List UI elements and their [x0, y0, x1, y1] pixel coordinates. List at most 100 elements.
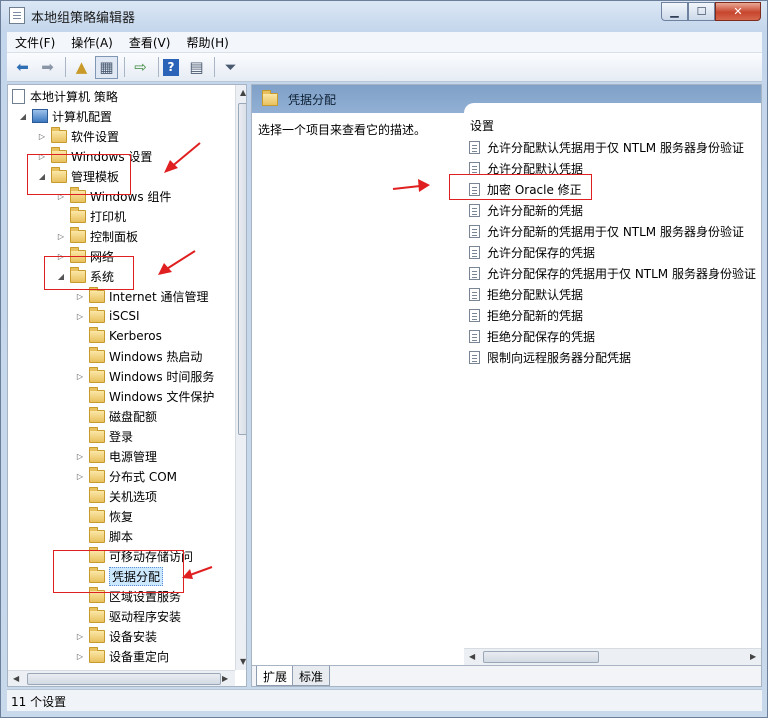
menu-help[interactable]: 帮助(H) — [178, 34, 236, 51]
expand-triangle-icon[interactable]: ▷ — [75, 312, 85, 321]
tree-item-system-child[interactable]: ▷ Windows 时间服务 — [75, 366, 214, 386]
help-icon[interactable]: ? — [163, 58, 179, 76]
list-item[interactable]: 允许分配新的凭据用于仅 NTLM 服务器身份验证 — [469, 221, 744, 241]
tree-item-system-child[interactable]: 磁盘配额 — [75, 406, 157, 426]
annotation-box — [44, 256, 134, 290]
list-item[interactable]: 允许分配新的凭据 — [469, 200, 583, 220]
folder-icon — [89, 606, 105, 623]
list-item[interactable]: 拒绝分配默认凭据 — [469, 284, 583, 304]
expand-triangle-icon[interactable]: ▷ — [56, 232, 66, 241]
tree-item-software-settings[interactable]: ▷ 软件设置 — [37, 126, 119, 146]
folder-icon — [89, 326, 105, 343]
tree-item-printers[interactable]: 打印机 — [56, 206, 126, 226]
tree-item-system-child[interactable]: Windows 文件保护 — [75, 386, 214, 406]
folder-icon — [89, 286, 105, 303]
annotation-box — [53, 550, 184, 593]
folder-icon — [89, 446, 105, 463]
properties-pane-icon[interactable]: ▤ — [185, 56, 208, 79]
folder-icon — [89, 346, 105, 363]
list-item[interactable]: 允许分配保存的凭据用于仅 NTLM 服务器身份验证 — [469, 263, 756, 283]
window-title: 本地组策略编辑器 — [31, 11, 136, 26]
expand-triangle-icon[interactable]: ▷ — [75, 452, 85, 461]
setting-icon — [469, 245, 480, 259]
tree-item-system-child[interactable]: ▷ 设备重定向 — [75, 646, 169, 666]
view-tabs: 扩展 标准 — [252, 665, 761, 686]
tree-hscroll-thumb[interactable] — [27, 673, 221, 685]
tree-item-system-child[interactable]: ▷ 设备安装 — [75, 626, 157, 646]
tree-item-system-child[interactable]: ▷ 电源管理 — [75, 446, 157, 466]
folder-icon — [89, 366, 105, 383]
tree-item-system-child[interactable]: 驱动程序安装 — [75, 606, 181, 626]
menu-action[interactable]: 操作(A) — [63, 34, 121, 51]
gpedit-app-icon — [9, 7, 25, 24]
menu-view[interactable]: 查看(V) — [121, 34, 179, 51]
setting-icon — [469, 266, 480, 280]
column-header-setting[interactable]: 设置 — [470, 117, 494, 134]
folder-icon — [89, 526, 105, 543]
tree-item-system-child[interactable]: 恢复 — [75, 506, 133, 526]
scroll-right-icon[interactable]: ▶ — [222, 674, 228, 683]
expand-triangle-icon[interactable]: ▷ — [75, 292, 85, 301]
menu-bar: 文件(F) 操作(A) 查看(V) 帮助(H) — [7, 32, 762, 53]
folder-icon — [89, 506, 105, 523]
export-list-icon[interactable]: ⇨ — [129, 56, 152, 79]
tree-vertical-scrollbar[interactable]: ▲ ▼ — [235, 85, 246, 670]
expand-triangle-icon[interactable]: ▷ — [75, 372, 85, 381]
tree-item-system-child[interactable]: 脚本 — [75, 526, 133, 546]
tree-item-system-child[interactable]: ▷ iSCSI — [75, 306, 140, 326]
scroll-left-icon[interactable]: ◀ — [469, 652, 475, 661]
title-bar: 本地组策略编辑器 ▁ ☐ ✕ — [1, 1, 767, 31]
folder-icon — [262, 89, 278, 106]
tree-item-system-child[interactable]: 登录 — [75, 426, 133, 446]
folder-icon — [89, 486, 105, 503]
tree-item-computer-config[interactable]: ◢ 计算机配置 — [18, 106, 112, 126]
list-item[interactable]: 允许分配默认凭据用于仅 NTLM 服务器身份验证 — [469, 137, 744, 157]
tree-horizontal-scrollbar[interactable]: ◀ ▶ — [8, 670, 235, 686]
expand-triangle-icon[interactable]: ▷ — [37, 132, 47, 141]
scroll-down-icon[interactable]: ▼ — [240, 657, 246, 666]
tree-item-system-child[interactable]: Windows 热启动 — [75, 346, 202, 366]
toolbar-separator — [124, 57, 125, 77]
list-item[interactable]: 拒绝分配保存的凭据 — [469, 326, 595, 346]
tree-item-root[interactable]: 本地计算机 策略 — [12, 86, 118, 106]
main-window: 本地组策略编辑器 ▁ ☐ ✕ 文件(F) 操作(A) 查看(V) 帮助(H) ⬅… — [0, 0, 768, 718]
annotation-arrow-icon — [164, 142, 201, 173]
list-horizontal-scrollbar[interactable]: ◀ ▶ — [464, 648, 761, 665]
window-controls: ▁ ☐ ✕ — [661, 2, 761, 21]
up-folder-icon[interactable]: ▲ — [70, 56, 93, 79]
back-arrow-icon[interactable]: ⬅ — [11, 56, 34, 79]
menu-file[interactable]: 文件(F) — [7, 34, 63, 51]
tree-scroll-thumb[interactable] — [238, 103, 246, 435]
expand-triangle-icon[interactable]: ▷ — [75, 632, 85, 641]
close-button[interactable]: ✕ — [715, 2, 761, 21]
tree-item-system-child[interactable]: ▷ 分布式 COM — [75, 466, 177, 486]
tree-item-control-panel[interactable]: ▷ 控制面板 — [56, 226, 138, 246]
tree-item-system-child[interactable]: Kerberos — [75, 326, 162, 346]
folder-icon — [89, 626, 105, 643]
setting-icon — [469, 161, 480, 175]
minimize-button[interactable]: ▁ — [661, 2, 688, 21]
expand-triangle-icon[interactable]: ▷ — [75, 472, 85, 481]
tab-extended[interactable]: 扩展 — [256, 666, 295, 686]
list-hscroll-thumb[interactable] — [483, 651, 599, 663]
scroll-up-icon[interactable]: ▲ — [240, 88, 246, 97]
tree-item-system-child[interactable]: 关机选项 — [75, 486, 157, 506]
list-item[interactable]: 限制向远程服务器分配凭据 — [469, 347, 631, 367]
scroll-left-icon[interactable]: ◀ — [13, 674, 19, 683]
folder-icon — [89, 646, 105, 663]
maximize-button[interactable]: ☐ — [688, 2, 715, 21]
scroll-right-icon[interactable]: ▶ — [750, 652, 756, 661]
filter-icon[interactable]: ⏷ — [219, 56, 242, 79]
folder-icon — [89, 386, 105, 403]
show-hide-tree-icon[interactable]: ▦ — [95, 55, 118, 79]
setting-icon — [469, 224, 480, 238]
annotation-arrow-icon — [392, 179, 430, 192]
list-item[interactable]: 允许分配保存的凭据 — [469, 242, 595, 262]
forward-arrow-icon[interactable]: ➡ — [36, 56, 59, 79]
tab-standard[interactable]: 标准 — [292, 666, 331, 686]
expand-triangle-icon[interactable]: ▷ — [75, 652, 85, 661]
collapse-triangle-icon[interactable]: ◢ — [18, 112, 28, 121]
folder-icon — [89, 406, 105, 423]
list-item[interactable]: 拒绝分配新的凭据 — [469, 305, 583, 325]
folder-icon — [70, 226, 86, 243]
